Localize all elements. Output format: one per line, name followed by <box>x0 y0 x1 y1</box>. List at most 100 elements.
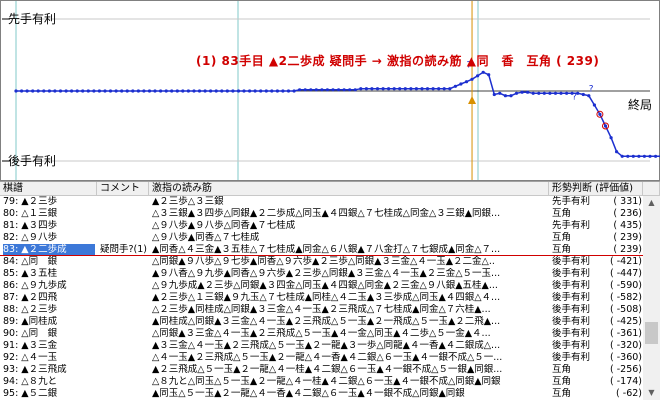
table-row[interactable]: 95: ▲５二銀 ▲同玉△５一玉▲２一龍△４一香▲４二銀△６一玉▲４一銀不成△同銀… <box>0 388 643 400</box>
evaluation-point <box>120 89 124 93</box>
cell-pv: ▲同桂成△同銀▲３三金△４一玉▲２三飛成△５一玉▲２一飛成△５一玉▲２二飛▲..… <box>152 316 501 327</box>
evaluation-graph[interactable]: ??? 先手有利 後手有利 終局 (1) 83手目 ▲2二歩成 疑問手 → 激指… <box>0 0 660 182</box>
analysis-table: 棋譜 コメント 激指の読み筋 形勢判断 (評価値) 79: ▲２三歩 ▲２三歩△３… <box>0 182 660 400</box>
cell-judgement: 後手有利 <box>552 292 591 303</box>
table-row[interactable]: 80: △１三銀 △３三銀▲３四歩△同銀▲２二歩成△同玉▲４四銀△７七桂成△同金△… <box>0 208 643 220</box>
evaluation-point <box>281 89 285 93</box>
cell-move: 87: ▲２四飛 <box>3 292 58 303</box>
cell-pv: △９九歩成▲２三歩△同銀▲３四金△同玉▲４四銀△同金▲２三金△９八銀▲五桂▲..… <box>152 280 498 291</box>
cell-score: ( -447) <box>610 268 642 279</box>
header-judgement[interactable]: 形勢判断 (評価値) <box>549 182 643 196</box>
evaluation-point <box>409 87 413 91</box>
cell-move: 88: △２三歩 <box>3 304 58 315</box>
cell-score: ( -590) <box>610 280 642 291</box>
evaluation-point <box>70 89 74 93</box>
cell-pv: △４一玉▲２三飛成△５一玉▲２一龍△４一香▲４二銀△６一玉▲４一銀不成△５一..… <box>152 352 503 363</box>
table-row[interactable]: 93: ▲２三飛成 ▲２三飛成△５一玉▲２一龍△４一桂▲４二銀△６一玉▲４一銀不成… <box>0 364 643 376</box>
evaluation-point <box>337 88 341 92</box>
table-row[interactable]: 84: △同 銀 △同銀▲９八歩△９七歩▲同香△９六歩▲２三歩△同銀▲３三金△４一… <box>0 256 643 268</box>
cell-pv: △９八歩▲９八歩△同香▲７七桂成 <box>152 220 296 231</box>
cell-move: 92: △４一玉 <box>3 352 58 363</box>
scroll-down-icon[interactable]: ▼ <box>643 386 660 400</box>
evaluation-point <box>359 87 363 91</box>
evaluation-point <box>325 88 329 92</box>
table-row[interactable]: 86: △９九歩成 △９九歩成▲２三歩△同銀▲３四金△同玉▲４四銀△同金▲２三金△… <box>0 280 643 292</box>
cell-pv: ▲同玉△５一玉▲２一龍△４一香▲４二銀△６一玉▲４一銀不成△同銀▲同銀 <box>152 388 465 399</box>
evaluation-point <box>654 154 658 158</box>
axis-label-gote: 後手有利 <box>8 154 57 168</box>
evaluation-point <box>603 124 608 128</box>
table-row[interactable]: 90: △同 銀 △同銀▲３三金△４一玉▲２三飛成△５一玉▲４一金△同玉▲４二歩△… <box>0 328 643 340</box>
evaluation-point <box>147 89 152 93</box>
scroll-thumb[interactable] <box>645 322 658 344</box>
evaluation-point <box>81 89 85 93</box>
evaluation-point <box>420 87 424 91</box>
vertical-scrollbar[interactable]: ▲ ▼ <box>643 196 660 400</box>
evaluation-point <box>20 89 24 93</box>
evaluation-point <box>637 154 641 158</box>
table-row[interactable]: 87: ▲２四飛 ▲２三歩△１三銀▲９九玉△７七桂成▲同桂△４二玉▲３三歩成△同玉… <box>0 292 643 304</box>
evaluation-point <box>598 112 602 116</box>
evaluation-point <box>175 89 179 93</box>
table-row[interactable]: 82: △９八歩 △９八歩▲同香△７七桂成 互角 ( 239) <box>0 232 643 244</box>
evaluation-point <box>542 91 546 95</box>
table-row[interactable]: 89: ▲同桂成 ▲同桂成△同銀▲３三金△４一玉▲２三飛成△５一玉▲２一飛成△５一… <box>0 316 643 328</box>
evaluation-point <box>58 89 63 93</box>
cell-move: 85: ▲３五桂 <box>3 268 58 279</box>
evaluation-point <box>97 89 101 93</box>
question-mark: ? <box>589 85 594 95</box>
move-list[interactable]: 79: ▲２三歩 ▲２三歩△３三銀 先手有利( 331) 80: △１三銀 △３三銀▲３… <box>0 196 643 400</box>
table-row[interactable]: 91: ▲３三金 ▲３三金△４一玉▲２三飛成△５一玉▲２一龍▲３一歩△同龍▲４一香… <box>0 340 643 352</box>
evaluation-point <box>131 89 135 93</box>
cell-score: ( -174) <box>610 376 642 387</box>
header-kifu[interactable]: 棋譜 <box>0 182 97 196</box>
evaluation-point <box>42 89 46 93</box>
cursor-arrow-icon <box>468 96 477 104</box>
cell-move: 81: ▲３四歩 <box>3 220 58 231</box>
evaluation-point <box>320 88 324 92</box>
table-row[interactable]: 88: △２三歩 △２三歩▲同桂成△同銀▲３三金△４一玉▲２三飛成△７七桂成▲同金… <box>0 304 643 316</box>
cell-judgement: 先手有利 <box>552 196 591 207</box>
evaluation-point <box>314 88 318 92</box>
evaluation-point <box>353 88 357 92</box>
cell-judgement: 先手有利 <box>552 220 591 231</box>
evaluation-point <box>197 89 202 93</box>
header-pv[interactable]: 激指の読み筋 <box>149 182 549 196</box>
cell-score: ( 331) <box>613 196 642 207</box>
graph-annotation: (1) 83手目 ▲2二歩成 疑問手 → 激指の読み筋 ▲同 香 互角 ( 23… <box>196 54 600 68</box>
table-row[interactable]: 81: ▲３四歩 △９八歩▲９八歩△同香▲７七桂成 先手有利 ( 435) <box>0 220 643 232</box>
evaluation-point <box>470 77 474 81</box>
header-comment[interactable]: コメント <box>97 182 149 196</box>
table-row[interactable]: 92: △４一玉 △４一玉▲２三飛成△５一玉▲２一龍△４一香▲４二銀△６一玉▲４一… <box>0 352 643 364</box>
evaluation-point <box>159 89 163 93</box>
table-row[interactable]: 85: ▲３五桂 ▲９八香△９九歩▲同香△９六歩▲２三歩△同銀▲３三金△４一玉▲２… <box>0 268 643 280</box>
evaluation-point <box>453 84 457 88</box>
evaluation-point <box>592 103 597 107</box>
evaluation-point <box>431 87 435 91</box>
cell-pv: △９八歩▲同香△７七桂成 <box>152 232 260 243</box>
axis-label-sente: 先手有利 <box>8 12 57 26</box>
evaluation-point <box>609 136 613 140</box>
cell-pv: ▲２三歩△３三銀 <box>152 196 224 207</box>
scroll-up-icon[interactable]: ▲ <box>643 196 660 210</box>
cell-judgement: 後手有利 <box>552 280 591 291</box>
cell-pv: △８九と△同玉△５一玉▲２一龍△４一桂▲４二銀△６一玉▲４一銀不成△同銀▲同銀 <box>152 376 501 387</box>
evaluation-point <box>492 92 496 97</box>
evaluation-point <box>275 89 279 93</box>
cell-pv: ▲３三金△４一玉▲２三飛成△５一玉▲２一龍▲３一歩△同龍▲４一香▲４二銀成△..… <box>152 340 501 351</box>
evaluation-point <box>459 82 463 86</box>
evaluation-point <box>481 70 485 74</box>
table-row[interactable]: 79: ▲２三歩 ▲２三歩△３三銀 先手有利 ( 331) <box>0 196 643 208</box>
cell-pv: △２三歩▲同桂成△同銀▲３三金△４一玉▲２三飛成△７七桂成▲同金△７六桂▲... <box>152 304 491 315</box>
evaluation-point <box>153 89 157 93</box>
cell-move: 90: △同 銀 <box>3 328 58 339</box>
cell-judgement: 後手有利 <box>552 268 591 279</box>
evaluation-point <box>264 89 268 93</box>
evaluation-point <box>514 91 519 95</box>
evaluation-point <box>537 91 541 95</box>
evaluation-point <box>442 87 446 91</box>
cell-move: 82: △９八歩 <box>3 232 58 243</box>
evaluation-point <box>392 87 396 91</box>
table-row[interactable]: 94: △８九と △８九と△同玉△５一玉▲２一龍△４一桂▲４二銀△６一玉▲４一銀不… <box>0 376 643 388</box>
evaluation-point <box>509 94 513 98</box>
